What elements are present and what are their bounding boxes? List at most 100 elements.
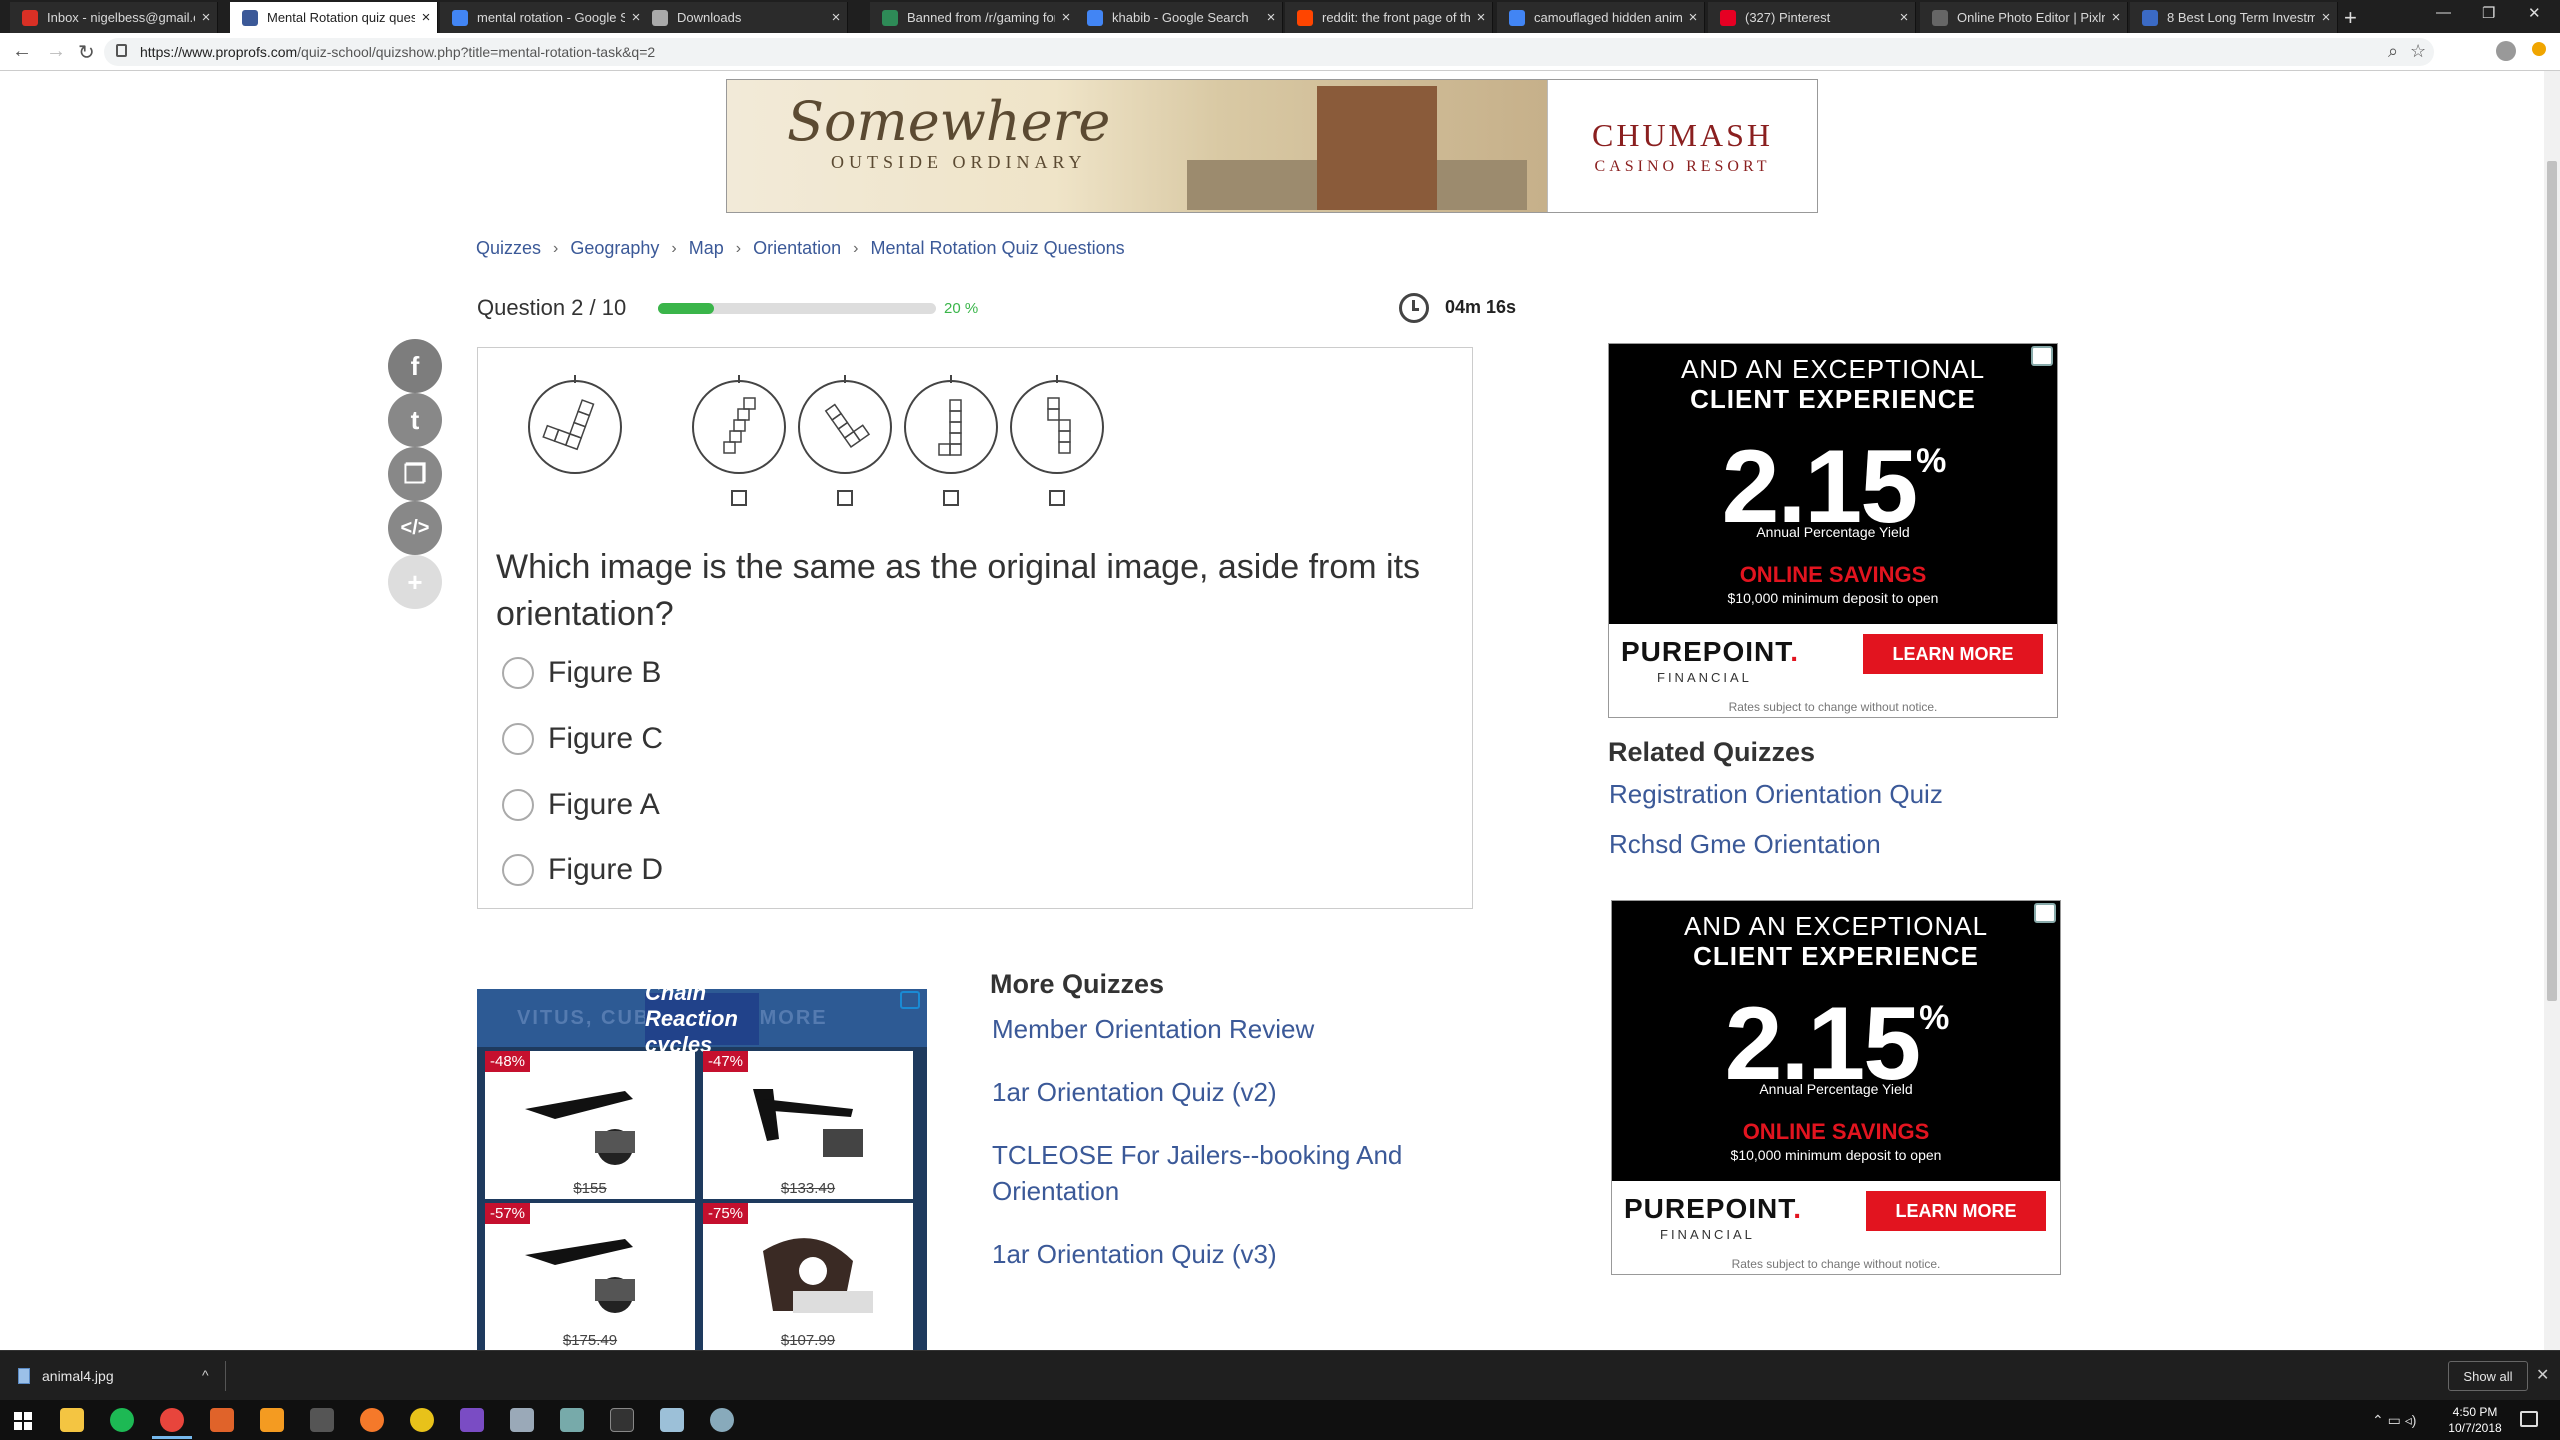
scrollbar-thumb[interactable]	[2547, 161, 2557, 1001]
notifications-icon[interactable]	[2520, 1411, 2538, 1427]
ad-product[interactable]: -47% $133.49	[703, 1051, 913, 1199]
ad-product[interactable]: -57% $175.49	[485, 1203, 695, 1350]
tab-close-icon[interactable]: ×	[1260, 9, 1282, 26]
app-icon[interactable]	[660, 1408, 684, 1432]
terminal-icon[interactable]	[610, 1408, 634, 1432]
breadcrumb-link[interactable]: Quizzes	[476, 238, 541, 259]
spotify-icon[interactable]	[110, 1408, 134, 1432]
tab-close-icon[interactable]: ×	[1682, 9, 1704, 26]
embed-icon[interactable]: </>	[388, 501, 442, 555]
facebook-icon[interactable]: f	[388, 339, 442, 393]
learn-more-button[interactable]: LEARN MORE	[1866, 1191, 2046, 1231]
brake-image	[525, 1091, 635, 1165]
browser-tab[interactable]: Banned from /r/gaming for ×	[870, 2, 1078, 33]
radio-button[interactable]	[502, 657, 534, 689]
purepoint-ad[interactable]: AND AN EXCEPTIONAL CLIENT EXPERIENCE 2.15…	[1608, 343, 2058, 718]
bike-parts-ad[interactable]: VITUS, CUBE ... AND MORE Chain Reaction …	[477, 989, 927, 1350]
matlab-icon[interactable]	[210, 1408, 234, 1432]
breadcrumb-link[interactable]: Mental Rotation Quiz Questions	[870, 238, 1124, 259]
close-icon[interactable]: ✕	[2536, 1365, 2549, 1385]
system-tray[interactable]: ⌃ ▭ ◃)	[2372, 1412, 2416, 1429]
address-bar[interactable]: https://www.proprofs.com/quiz-school/qui…	[104, 38, 2434, 66]
reload-icon[interactable]: ↻	[78, 40, 95, 65]
answer-option[interactable]: Figure B	[502, 656, 661, 690]
page-scrollbar[interactable]	[2544, 71, 2560, 1350]
file-explorer-icon[interactable]	[60, 1408, 84, 1432]
app-icon[interactable]	[560, 1408, 584, 1432]
answer-option[interactable]: Figure C	[502, 722, 663, 756]
browser-tab[interactable]: Mental Rotation quiz questi ×	[230, 2, 438, 33]
download-item[interactable]: animal4.jpg ^	[18, 1361, 226, 1391]
figure-c-checkbox[interactable]	[943, 490, 959, 506]
browser-tab[interactable]: Online Photo Editor | Pixlr E ×	[1920, 2, 2128, 33]
sublime-icon[interactable]	[260, 1408, 284, 1432]
answer-option[interactable]: Figure D	[502, 853, 663, 887]
more-quiz-link[interactable]: 1ar Orientation Quiz (v2)	[992, 1074, 1432, 1110]
learn-more-button[interactable]: LEARN MORE	[1863, 634, 2043, 674]
adchoices-icon[interactable]	[2034, 903, 2056, 923]
tab-close-icon[interactable]: ×	[195, 9, 217, 26]
answer-option[interactable]: Figure A	[502, 788, 660, 822]
adchoices-icon[interactable]	[2031, 346, 2053, 366]
new-tab-button[interactable]: +	[2344, 5, 2357, 31]
breadcrumb-link[interactable]: Orientation	[753, 238, 841, 259]
browser-tab[interactable]: (327) Pinterest ×	[1708, 2, 1916, 33]
figure-b-checkbox[interactable]	[837, 490, 853, 506]
profile-avatar[interactable]	[2496, 41, 2516, 61]
browser-tab[interactable]: Inbox - nigelbess@gmail.c ×	[10, 2, 218, 33]
bookmark-star-icon[interactable]: ☆	[2410, 41, 2426, 62]
blender-icon[interactable]	[360, 1408, 384, 1432]
plus-icon[interactable]: +	[388, 555, 442, 609]
tab-close-icon[interactable]: ×	[415, 9, 437, 26]
tab-close-icon[interactable]: ×	[825, 9, 847, 26]
figure-d-checkbox[interactable]	[1049, 490, 1065, 506]
adchoices-icon[interactable]	[900, 991, 920, 1009]
close-window-button[interactable]: ✕	[2528, 4, 2541, 22]
unity-icon[interactable]	[310, 1408, 334, 1432]
tab-close-icon[interactable]: ×	[2105, 9, 2127, 26]
app-icon[interactable]	[410, 1408, 434, 1432]
back-icon[interactable]: ←	[12, 40, 32, 63]
figure-a-checkbox[interactable]	[731, 490, 747, 506]
radio-button[interactable]	[502, 723, 534, 755]
browser-tab[interactable]: khabib - Google Search ×	[1075, 2, 1283, 33]
extension-icon[interactable]	[2532, 42, 2546, 56]
browser-tab[interactable]: 8 Best Long Term Investme ×	[2130, 2, 2338, 33]
app-icon[interactable]	[510, 1408, 534, 1432]
breadcrumb-link[interactable]: Map	[689, 238, 724, 259]
related-quiz-link[interactable]: Rchsd Gme Orientation	[1609, 829, 1881, 860]
chevron-up-icon[interactable]: ^	[202, 1367, 209, 1383]
url-text[interactable]: https://www.proprofs.com/quiz-school/qui…	[140, 44, 655, 60]
tab-close-icon[interactable]: ×	[1055, 9, 1077, 26]
windows-start-icon[interactable]	[14, 1412, 32, 1430]
chrome-icon[interactable]	[152, 1408, 192, 1439]
tab-close-icon[interactable]: ×	[1470, 9, 1492, 26]
visual-studio-icon[interactable]	[460, 1408, 484, 1432]
app-icon[interactable]	[710, 1408, 734, 1432]
ad-product[interactable]: -48% $155	[485, 1051, 695, 1199]
tab-close-icon[interactable]: ×	[1893, 9, 1915, 26]
taskbar-clock[interactable]: 4:50 PM 10/7/2018	[2440, 1404, 2510, 1436]
radio-button[interactable]	[502, 854, 534, 886]
browser-tab[interactable]: camouflaged hidden anima ×	[1497, 2, 1705, 33]
breadcrumb-link[interactable]: Geography	[570, 238, 659, 259]
tab-close-icon[interactable]: ×	[2315, 9, 2337, 26]
top-banner-ad[interactable]: Somewhere OUTSIDE ORDINARY CHUMASH CASIN…	[726, 79, 1818, 213]
related-quiz-link[interactable]: Registration Orientation Quiz	[1609, 779, 1943, 810]
ad-product[interactable]: -75% $107.99	[703, 1203, 913, 1350]
browser-tab[interactable]: mental rotation - Google S ×	[440, 2, 648, 33]
more-quiz-link[interactable]: Member Orientation Review	[992, 1011, 1432, 1047]
restore-button[interactable]: ❐	[2482, 4, 2495, 22]
radio-button[interactable]	[502, 789, 534, 821]
browser-tab[interactable]: reddit: the front page of th ×	[1285, 2, 1493, 33]
show-all-button[interactable]: Show all	[2448, 1361, 2528, 1391]
twitter-icon[interactable]: t	[388, 393, 442, 447]
more-quiz-link[interactable]: TCLEOSE For Jailers--booking And Orienta…	[992, 1137, 1432, 1209]
forward-icon[interactable]: →	[46, 40, 66, 63]
copy-icon[interactable]: ❐	[388, 447, 442, 501]
more-quiz-link[interactable]: 1ar Orientation Quiz (v3)	[992, 1236, 1432, 1272]
zoom-icon[interactable]: ⌕	[2388, 41, 2398, 62]
minimize-button[interactable]: —	[2436, 4, 2451, 21]
purepoint-ad[interactable]: AND AN EXCEPTIONAL CLIENT EXPERIENCE 2.15…	[1611, 900, 2061, 1275]
browser-tab[interactable]: Downloads ×	[640, 2, 848, 33]
